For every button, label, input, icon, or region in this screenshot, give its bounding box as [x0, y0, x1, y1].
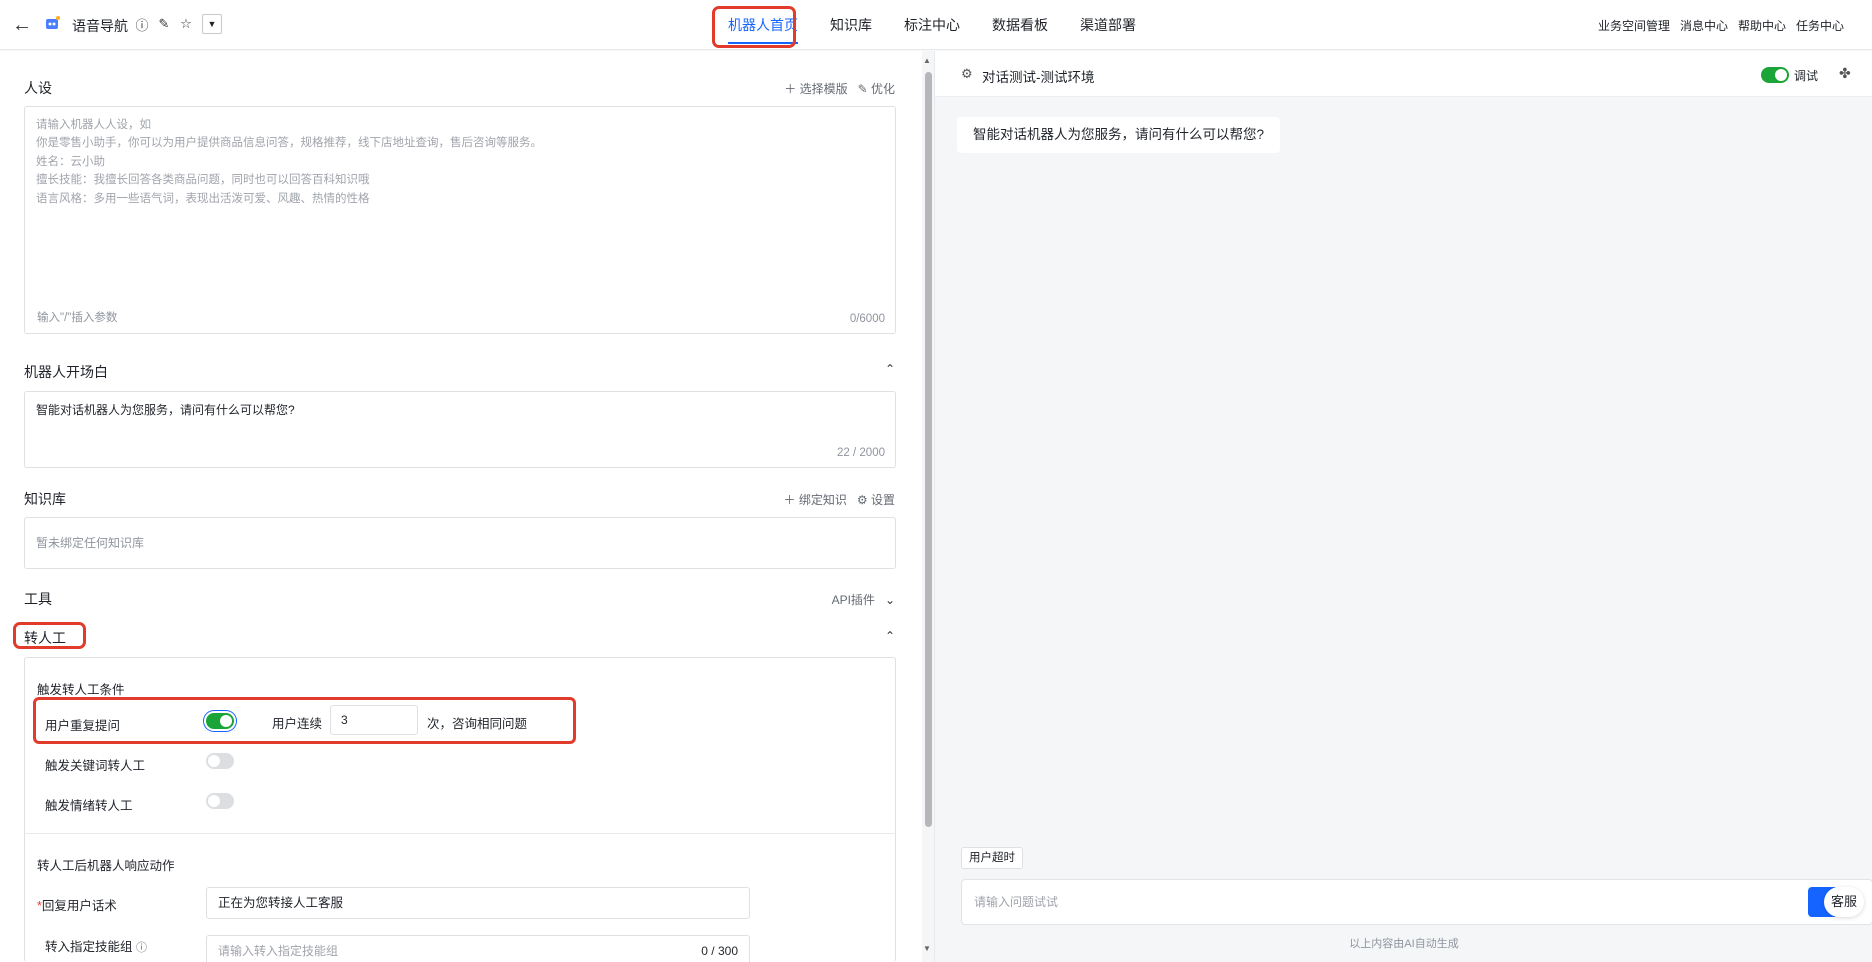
header-links: 业务空间管理 消息中心 帮助中心 任务中心 — [1598, 0, 1844, 50]
skill-label-text: 转入指定技能组 — [45, 940, 133, 954]
link-help[interactable]: 帮助中心 — [1738, 17, 1786, 34]
emotion-toggle[interactable] — [206, 793, 234, 809]
knowledge-title: 知识库 — [24, 491, 66, 507]
timeout-tag-button[interactable]: 用户超时 — [961, 847, 1023, 869]
debug-toggle[interactable] — [1761, 67, 1789, 83]
skill-counter: 0 / 300 — [701, 944, 738, 958]
gear-icon: ⚙ — [856, 493, 871, 507]
chevron-up-icon[interactable]: ⌃ — [885, 629, 895, 643]
bot-name: 语音导航 — [72, 18, 128, 34]
opening-counter: 22 / 2000 — [837, 447, 885, 459]
persona-counter: 0/6000 — [849, 313, 885, 325]
keyword-label: 触发关键词转人工 — [45, 759, 146, 773]
opening-title: 机器人开场白 — [24, 364, 108, 380]
gear-icon[interactable]: ⚙ — [961, 66, 973, 82]
tab-knowledge[interactable]: 知识库 — [814, 0, 888, 50]
opening-text: 智能对话机器人为您服务，请问有什么可以帮您? — [36, 403, 295, 417]
api-plugin-label: API插件 — [831, 593, 875, 607]
link-workspace[interactable]: 业务空间管理 — [1598, 17, 1670, 34]
insert-param-hint: 输入"/"插入参数 — [37, 312, 118, 324]
scrollbar-thumb[interactable] — [925, 72, 932, 827]
knowledge-actions: ＋ 绑定知识 ⚙ 设置 — [784, 491, 895, 508]
chevron-down-icon: ⌄ — [884, 592, 895, 607]
link-messages[interactable]: 消息中心 — [1680, 17, 1728, 34]
knowledge-settings-button[interactable]: ⚙ 设置 — [857, 491, 895, 508]
bind-knowledge-button[interactable]: ＋ 绑定知识 — [784, 491, 847, 508]
chevron-down-icon[interactable]: ▼ — [202, 14, 222, 34]
edit-icon[interactable]: ✎ — [156, 15, 172, 33]
scroll-up-icon[interactable]: ▲ — [923, 56, 931, 65]
highlight-repeat-row — [33, 697, 576, 744]
link-tasks[interactable]: 任务中心 — [1796, 17, 1844, 34]
chat-input[interactable]: 请输入问题试试 — [961, 879, 1872, 925]
highlight-nav-tab — [712, 6, 796, 48]
conditions-title: 触发转人工条件 — [37, 683, 125, 697]
help-circle-icon[interactable]: ⓘ — [136, 942, 147, 954]
highlight-transfer-title — [13, 622, 86, 649]
chat-header: ⚙ 对话测试-测试环境 调试 ✤ — [935, 51, 1872, 97]
tools-title: 工具 — [24, 591, 52, 607]
bot-avatar-icon — [46, 16, 60, 29]
config-panel: 人设 ＋ 选择模版 ✎ 优化 请输入机器人人设，如 你是零售小助手，你可以为用户… — [0, 51, 922, 962]
ai-disclaimer: 以上内容由AI自动生成 — [1349, 938, 1459, 950]
star-icon[interactable]: ☆ — [178, 15, 194, 33]
persona-placeholder: 请输入机器人人设，如 你是零售小助手，你可以为用户提供商品信息问答，规格推荐，线… — [36, 119, 542, 205]
keyword-toggle[interactable] — [206, 753, 234, 769]
optimize-button[interactable]: ✎ 优化 — [858, 80, 895, 97]
knowledge-box: 暂未绑定任何知识库 — [24, 517, 896, 569]
clear-icon[interactable]: ✤ — [1839, 65, 1851, 82]
persona-title: 人设 — [24, 80, 52, 96]
customer-service-button[interactable]: 客服 — [1824, 887, 1864, 917]
tab-dashboard[interactable]: 数据看板 — [976, 0, 1064, 50]
knowledge-empty: 暂未绑定任何知识库 — [36, 536, 145, 550]
tab-annotation[interactable]: 标注中心 — [888, 0, 976, 50]
emotion-label: 触发情绪转人工 — [45, 799, 133, 813]
reply-label-text: 回复用户话术 — [41, 899, 117, 913]
optimize-icon: ✎ — [857, 82, 871, 96]
persona-textarea[interactable]: 请输入机器人人设，如 你是零售小助手，你可以为用户提供商品信息问答，规格推荐，线… — [24, 106, 896, 334]
opening-textarea[interactable]: 智能对话机器人为您服务，请问有什么可以帮您? 22 / 2000 — [24, 391, 896, 468]
bot-greeting-bubble: 智能对话机器人为您服务，请问有什么可以帮您? — [957, 117, 1281, 153]
top-bar: ← 语音导航 ⓘ ✎ ☆ ▼ 机器人首页 知识库 标注中心 数据看板 渠道部署 … — [0, 0, 1872, 50]
select-template-button[interactable]: ＋ 选择模版 — [784, 80, 847, 97]
chat-title: 对话测试-测试环境 — [982, 70, 1095, 85]
info-icon[interactable]: ⓘ — [134, 15, 150, 33]
debug-label: 调试 — [1794, 69, 1819, 83]
action-title: 转人工后机器人响应动作 — [37, 859, 175, 873]
tab-channels[interactable]: 渠道部署 — [1064, 0, 1152, 50]
persona-actions: ＋ 选择模版 ✎ 优化 — [784, 80, 895, 97]
divider — [24, 833, 896, 834]
skill-placeholder: 请输入转入指定技能组 — [218, 944, 339, 958]
reply-input[interactable]: 正在为您转接人工客服 — [206, 887, 750, 919]
skill-input[interactable]: 请输入转入指定技能组 0 / 300 — [206, 935, 750, 962]
scroll-down-icon[interactable]: ▼ — [923, 944, 931, 953]
reply-label: *回复用户话术 — [37, 895, 117, 914]
chat-test-panel: ⚙ 对话测试-测试环境 调试 ✤ 智能对话机器人为您服务，请问有什么可以帮您? … — [934, 51, 1872, 962]
api-plugin-dropdown[interactable]: API插件 ⌄ — [832, 591, 895, 608]
chevron-up-icon[interactable]: ⌃ — [885, 362, 895, 376]
plus-icon: ＋ — [783, 493, 799, 507]
back-arrow-icon[interactable]: ← — [12, 14, 34, 36]
plus-icon: ＋ — [784, 82, 800, 96]
title-actions: ⓘ ✎ ☆ ▼ — [134, 14, 222, 34]
skill-label: 转入指定技能组 ⓘ — [45, 936, 147, 955]
